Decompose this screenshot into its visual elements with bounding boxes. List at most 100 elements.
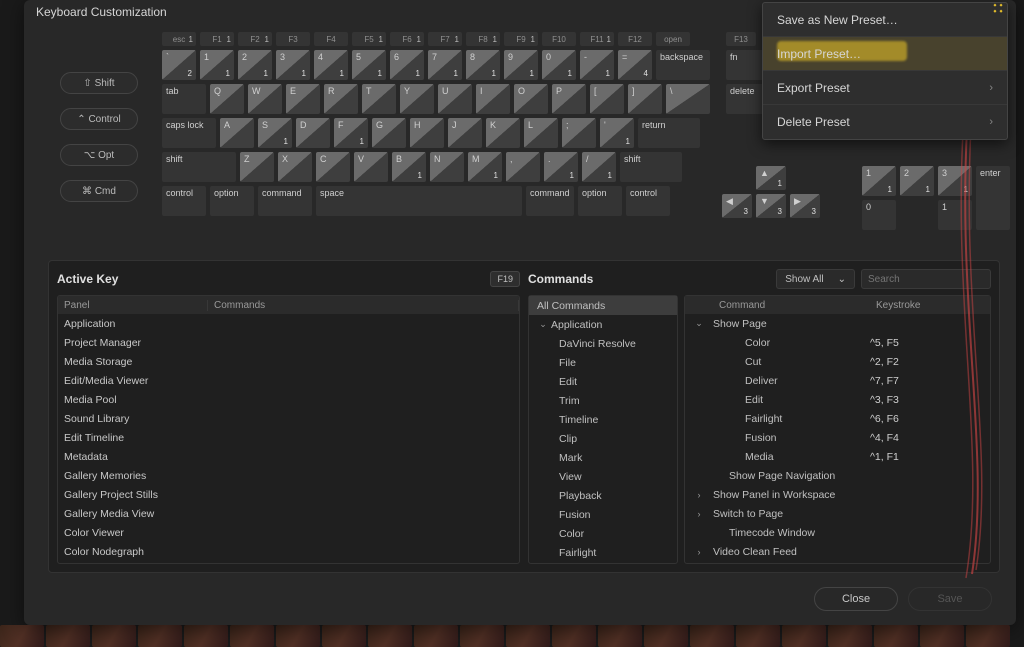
key-f6[interactable]: F61 — [390, 32, 424, 46]
key-9[interactable]: 91 — [504, 50, 538, 80]
key-x[interactable]: X — [278, 152, 312, 182]
key-l[interactable]: L — [524, 118, 558, 148]
key-s[interactable]: S1 — [258, 118, 292, 148]
key-d[interactable]: D — [296, 118, 330, 148]
key-][interactable]: ] — [628, 84, 662, 114]
key-arrow-right[interactable]: ▶3 — [790, 194, 820, 218]
key-2[interactable]: 21 — [238, 50, 272, 80]
key-command[interactable]: command — [526, 186, 574, 216]
key-5[interactable]: 51 — [352, 50, 386, 80]
key-4[interactable]: 41 — [314, 50, 348, 80]
command-row[interactable]: Deliver^7, F7 — [685, 371, 990, 390]
key-open[interactable]: open — [656, 32, 690, 46]
modifier-shift[interactable]: ⇧ Shift — [60, 72, 138, 94]
key-a[interactable]: A — [220, 118, 254, 148]
key-f[interactable]: F1 — [334, 118, 368, 148]
key-j[interactable]: J — [448, 118, 482, 148]
menu-save-as-new-preset[interactable]: Save as New Preset… — [763, 3, 1007, 37]
command-category[interactable]: Edit — [529, 372, 677, 391]
command-row[interactable]: Fairlight^6, F6 — [685, 409, 990, 428]
active-key-row[interactable]: Gallery Memories — [58, 466, 519, 485]
key-f8[interactable]: F81 — [466, 32, 500, 46]
key-o[interactable]: O — [514, 84, 548, 114]
key-w[interactable]: W — [248, 84, 282, 114]
key-backspace[interactable]: backspace — [656, 50, 710, 80]
key-v[interactable]: V — [354, 152, 388, 182]
command-category[interactable]: ⌄Application — [529, 315, 677, 334]
active-key-row[interactable]: Color Viewer — [58, 523, 519, 542]
key-control[interactable]: control — [162, 186, 206, 216]
key-/[interactable]: /1 — [582, 152, 616, 182]
key-tab[interactable]: tab — [162, 84, 206, 114]
commands-search-input[interactable] — [861, 269, 991, 289]
key-num3[interactable]: 31 — [938, 166, 972, 196]
key-num2[interactable]: 21 — [900, 166, 934, 196]
key-f5[interactable]: F51 — [352, 32, 386, 46]
key-'[interactable]: '1 — [600, 118, 634, 148]
key-f11[interactable]: F111 — [580, 32, 614, 46]
key-control[interactable]: control — [626, 186, 670, 216]
menu-import-preset[interactable]: Import Preset… — [763, 37, 1007, 71]
key-shift[interactable]: shift — [620, 152, 682, 182]
key-k[interactable]: K — [486, 118, 520, 148]
command-category[interactable]: Mark — [529, 448, 677, 467]
key-1[interactable]: 11 — [200, 50, 234, 80]
key-num1[interactable]: 11 — [862, 166, 896, 196]
key-f12[interactable]: F12 — [618, 32, 652, 46]
key-p[interactable]: P — [552, 84, 586, 114]
key-u[interactable]: U — [438, 84, 472, 114]
key-i[interactable]: I — [476, 84, 510, 114]
key-y[interactable]: Y — [400, 84, 434, 114]
key-option[interactable]: option — [210, 186, 254, 216]
command-row[interactable]: Color^5, F5 — [685, 333, 990, 352]
key-\[interactable]: \ — [666, 84, 710, 114]
active-key-row[interactable]: Metadata — [58, 447, 519, 466]
modifier-option[interactable]: ⌥ Opt — [60, 144, 138, 166]
command-category[interactable]: Trim — [529, 391, 677, 410]
command-category[interactable]: Fusion — [529, 505, 677, 524]
active-key-row[interactable]: Application — [58, 314, 519, 333]
command-row[interactable]: Timecode Window — [685, 523, 990, 542]
key-arrow-left[interactable]: ◀3 — [722, 194, 752, 218]
key-f1[interactable]: F11 — [200, 32, 234, 46]
key-f10[interactable]: F10 — [542, 32, 576, 46]
command-category[interactable]: File — [529, 353, 677, 372]
key-space[interactable]: space — [316, 186, 522, 216]
key-8[interactable]: 81 — [466, 50, 500, 80]
command-category[interactable]: Fairlight — [529, 543, 677, 562]
command-row[interactable]: ›Video Clean Feed — [685, 542, 990, 561]
key--[interactable]: -1 — [580, 50, 614, 80]
close-button[interactable]: Close — [814, 587, 898, 611]
key-enter[interactable]: enter — [976, 166, 1010, 230]
modifier-control[interactable]: ⌃ Control — [60, 108, 138, 130]
command-row[interactable]: Show Page Navigation — [685, 466, 990, 485]
key-option[interactable]: option — [578, 186, 622, 216]
command-row[interactable]: ⌄Show Page — [685, 314, 990, 333]
key-t[interactable]: T — [362, 84, 396, 114]
command-category[interactable]: All Commands — [529, 296, 677, 315]
active-key-row[interactable]: Media Pool — [58, 390, 519, 409]
command-row[interactable]: Cut^2, F2 — [685, 352, 990, 371]
command-category[interactable]: View — [529, 467, 677, 486]
key-f9[interactable]: F91 — [504, 32, 538, 46]
key-6[interactable]: 61 — [390, 50, 424, 80]
save-button[interactable]: Save — [908, 587, 992, 611]
command-category[interactable]: Timeline — [529, 410, 677, 429]
command-row[interactable]: ›Show Panel in Workspace — [685, 485, 990, 504]
menu-export-preset[interactable]: Export Preset› — [763, 71, 1007, 105]
key-r[interactable]: R — [324, 84, 358, 114]
command-category[interactable]: Clip — [529, 429, 677, 448]
command-row[interactable]: Edit^3, F3 — [685, 390, 990, 409]
key-h[interactable]: H — [410, 118, 444, 148]
key-return[interactable]: return — [638, 118, 700, 148]
modifier-command[interactable]: ⌘ Cmd — [60, 180, 138, 202]
key-shift[interactable]: shift — [162, 152, 236, 182]
key-num0[interactable]: 0 — [862, 200, 896, 230]
command-row[interactable]: Media^1, F1 — [685, 447, 990, 466]
key-z[interactable]: Z — [240, 152, 274, 182]
key-g[interactable]: G — [372, 118, 406, 148]
key-m[interactable]: M1 — [468, 152, 502, 182]
key-e[interactable]: E — [286, 84, 320, 114]
key-.[interactable]: .1 — [544, 152, 578, 182]
key-b[interactable]: B1 — [392, 152, 426, 182]
